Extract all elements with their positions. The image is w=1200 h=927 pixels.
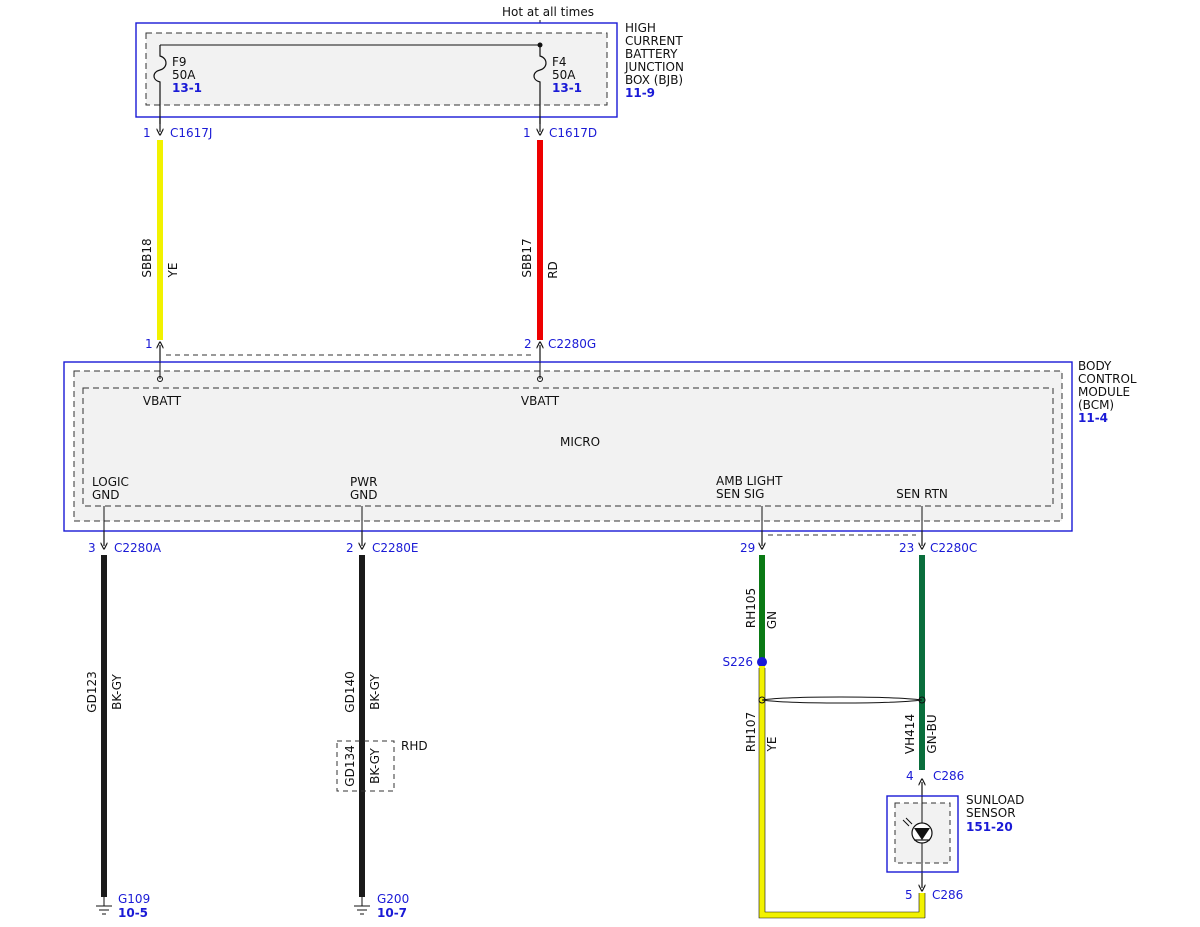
wire-sbb17 xyxy=(537,140,543,340)
wire-vh414-circuit: VH414 xyxy=(903,714,917,754)
bjb-title-3: BATTERY xyxy=(625,47,678,61)
bjb-title-2: CURRENT xyxy=(625,34,683,48)
amb-light-1: AMB LIGHT xyxy=(716,474,783,488)
sen-rtn-label: SEN RTN xyxy=(896,487,948,501)
micro-label: MICRO xyxy=(560,435,600,449)
c2280c-pin23: 23 xyxy=(899,541,914,555)
sunload-ref[interactable]: 151-20 xyxy=(966,820,1013,834)
wire-sbb18 xyxy=(157,140,163,340)
wire-gd140-circuit: GD140 xyxy=(343,671,357,712)
c286-bottom-name: C286 xyxy=(932,888,963,902)
wire-rh107-circuit: RH107 xyxy=(744,712,758,752)
bcm-block: VBATT VBATT MICRO LOGIC GND PWR GND AMB … xyxy=(63,359,1137,532)
bjb-title-5: BOX (BJB) xyxy=(625,73,683,87)
wire-gd140 xyxy=(359,555,365,897)
bjb-ref[interactable]: 11-9 xyxy=(625,86,655,100)
fuse-f9-ref[interactable]: 13-1 xyxy=(172,81,202,95)
wire-sbb18-color: YE xyxy=(166,263,180,279)
vbatt-right: VBATT xyxy=(521,394,560,408)
wire-gd140-color: BK-GY xyxy=(368,674,382,710)
bcm-title-1: BODY xyxy=(1078,359,1112,373)
splice-s226-dot xyxy=(757,657,767,667)
wire-sbb18-circuit: SBB18 xyxy=(140,238,154,277)
bcm-title-4: (BCM) xyxy=(1078,398,1114,412)
bjb-title-4: JUNCTION xyxy=(624,60,684,74)
wire-sbb17-color: RD xyxy=(546,261,560,279)
vbatt-left: VBATT xyxy=(143,394,182,408)
wire-rh105 xyxy=(759,555,765,662)
ground-g109-icon xyxy=(96,897,112,915)
bjb-title-1: HIGH xyxy=(625,21,656,35)
pwr-gnd-1: PWR xyxy=(350,475,377,489)
wire-rh107-color: YE xyxy=(765,737,779,753)
hot-at-all-times-label: Hot at all times xyxy=(502,5,594,19)
wiring-diagram: Hot at all times F9 50A 13-1 F4 50A 13-1… xyxy=(0,0,1200,927)
ground-g200-ref[interactable]: 10-7 xyxy=(377,906,407,920)
twisted-pair-symbol xyxy=(761,696,923,704)
rhd-label: RHD xyxy=(401,739,428,753)
wire-rh105-circuit: RH105 xyxy=(744,588,758,628)
wire-vh414-color: GN-BU xyxy=(925,714,939,753)
bjb-block: F9 50A 13-1 F4 50A 13-1 HIGH CURRENT BAT… xyxy=(135,21,684,124)
wire-gd134-color: BK-GY xyxy=(368,748,382,784)
ground-g200-icon xyxy=(354,897,370,915)
splice-s226-name: S226 xyxy=(722,655,753,669)
c286-pin4: 4 xyxy=(906,769,914,783)
c2280e-name: C2280E xyxy=(372,541,419,555)
wire-rh105-color: GN xyxy=(765,611,779,629)
wire-gd134-circuit: GD134 xyxy=(343,745,357,786)
c2280g-pin-2: 2 xyxy=(524,337,532,351)
c2280c-name: C2280C xyxy=(930,541,977,555)
wire-gd123 xyxy=(101,555,107,897)
fuse-f4-id: F4 xyxy=(552,55,567,69)
wire-sbb17-circuit: SBB17 xyxy=(520,238,534,277)
c2280a-pin: 3 xyxy=(88,541,96,555)
c1617d-pin: 1 xyxy=(523,126,531,140)
wire-gd123-circuit: GD123 xyxy=(85,671,99,712)
c2280g-name: C2280G xyxy=(548,337,596,351)
c286-top-name: C286 xyxy=(933,769,964,783)
fuse-f9-rating: 50A xyxy=(172,68,196,82)
c2280e-pin: 2 xyxy=(346,541,354,555)
sunload-title-1: SUNLOAD xyxy=(966,793,1024,807)
amb-light-2: SEN SIG xyxy=(716,487,764,501)
pwr-gnd-2: GND xyxy=(350,488,378,502)
logic-gnd-1: LOGIC xyxy=(92,475,129,489)
logic-gnd-2: GND xyxy=(92,488,120,502)
fuse-f9-id: F9 xyxy=(172,55,187,69)
sunload-sensor-block: SUNLOAD SENSOR 151-20 xyxy=(886,793,1024,873)
c2280g-pin-1: 1 xyxy=(145,337,153,351)
bcm-title-3: MODULE xyxy=(1078,385,1130,399)
ground-g109-name: G109 xyxy=(118,892,150,906)
sunload-title-2: SENSOR xyxy=(966,806,1016,820)
ground-g200-name: G200 xyxy=(377,892,409,906)
c286-pin5: 5 xyxy=(905,888,913,902)
c1617j-pin: 1 xyxy=(143,126,151,140)
bcm-ref[interactable]: 11-4 xyxy=(1078,411,1108,425)
wire-gd123-color: BK-GY xyxy=(110,674,124,710)
bcm-title-2: CONTROL xyxy=(1078,372,1137,386)
fuse-f4-rating: 50A xyxy=(552,68,576,82)
fuse-f4-ref[interactable]: 13-1 xyxy=(552,81,582,95)
diagram-canvas: Hot at all times F9 50A 13-1 F4 50A 13-1… xyxy=(63,5,1137,920)
c1617j-name: C1617J xyxy=(170,126,212,140)
c2280c-pin29: 29 xyxy=(740,541,755,555)
ground-g109-ref[interactable]: 10-5 xyxy=(118,906,148,920)
c1617d-name: C1617D xyxy=(549,126,597,140)
c2280a-name: C2280A xyxy=(114,541,162,555)
wire-rh107-outline xyxy=(758,668,926,919)
